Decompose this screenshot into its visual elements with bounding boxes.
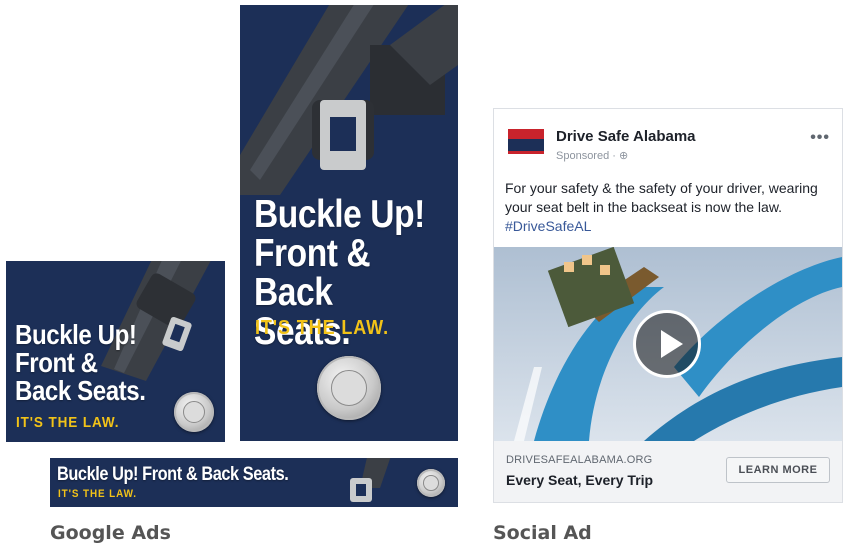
play-icon[interactable]	[633, 310, 701, 378]
google-ad-skyscraper[interactable]: Buckle Up! Front & Back Seats. IT'S THE …	[240, 5, 458, 441]
ad-tagline: IT'S THE LAW.	[58, 488, 137, 500]
sponsored-label: Sponsored · ⊕	[556, 150, 629, 162]
headline-line-2: Front &	[15, 347, 98, 378]
google-ad-leaderboard[interactable]: Buckle Up! Front & Back Seats. IT'S THE …	[50, 458, 458, 507]
post-text: For your safety & the safety of your dri…	[505, 179, 835, 236]
headline-line-3: Back Seats.	[15, 375, 146, 406]
headline-line-1: Buckle Up!	[15, 319, 137, 350]
headline-line-2: Front &	[254, 232, 371, 275]
hashtag-link[interactable]: #DriveSafeAL	[505, 218, 591, 234]
alabama-state-seal-icon	[317, 356, 381, 420]
link-headline: Every Seat, Every Trip	[506, 472, 654, 488]
more-options-icon[interactable]: •••	[810, 129, 830, 147]
alabama-state-seal-icon	[417, 469, 445, 497]
ad-tagline: IT'S THE LAW.	[16, 414, 120, 431]
learn-more-button[interactable]: LEARN MORE	[726, 457, 830, 483]
ad-headline: Buckle Up! Front & Back Seats.	[57, 464, 289, 485]
ad-headline: Buckle Up! Front & Back Seats.	[15, 319, 146, 406]
ad-tagline: IT'S THE LAW.	[255, 317, 389, 339]
social-ad-caption: Social Ad	[493, 522, 592, 544]
google-ads-caption: Google Ads	[50, 522, 171, 544]
link-domain: DRIVESAFEALABAMA.ORG	[506, 454, 653, 466]
link-preview-footer[interactable]: DRIVESAFEALABAMA.ORG Every Seat, Every T…	[494, 441, 842, 502]
social-ad-card[interactable]: Drive Safe Alabama Sponsored · ⊕ ••• For…	[493, 108, 843, 503]
video-thumbnail[interactable]	[494, 247, 842, 441]
alabama-state-seal-icon	[174, 392, 214, 432]
page-name-link[interactable]: Drive Safe Alabama	[556, 128, 696, 145]
google-ad-rectangle[interactable]: Buckle Up! Front & Back Seats. IT'S THE …	[6, 261, 225, 442]
headline-line-1: Buckle Up!	[254, 193, 425, 236]
drive-safe-logo	[506, 127, 546, 155]
post-body: For your safety & the safety of your dri…	[505, 180, 818, 215]
